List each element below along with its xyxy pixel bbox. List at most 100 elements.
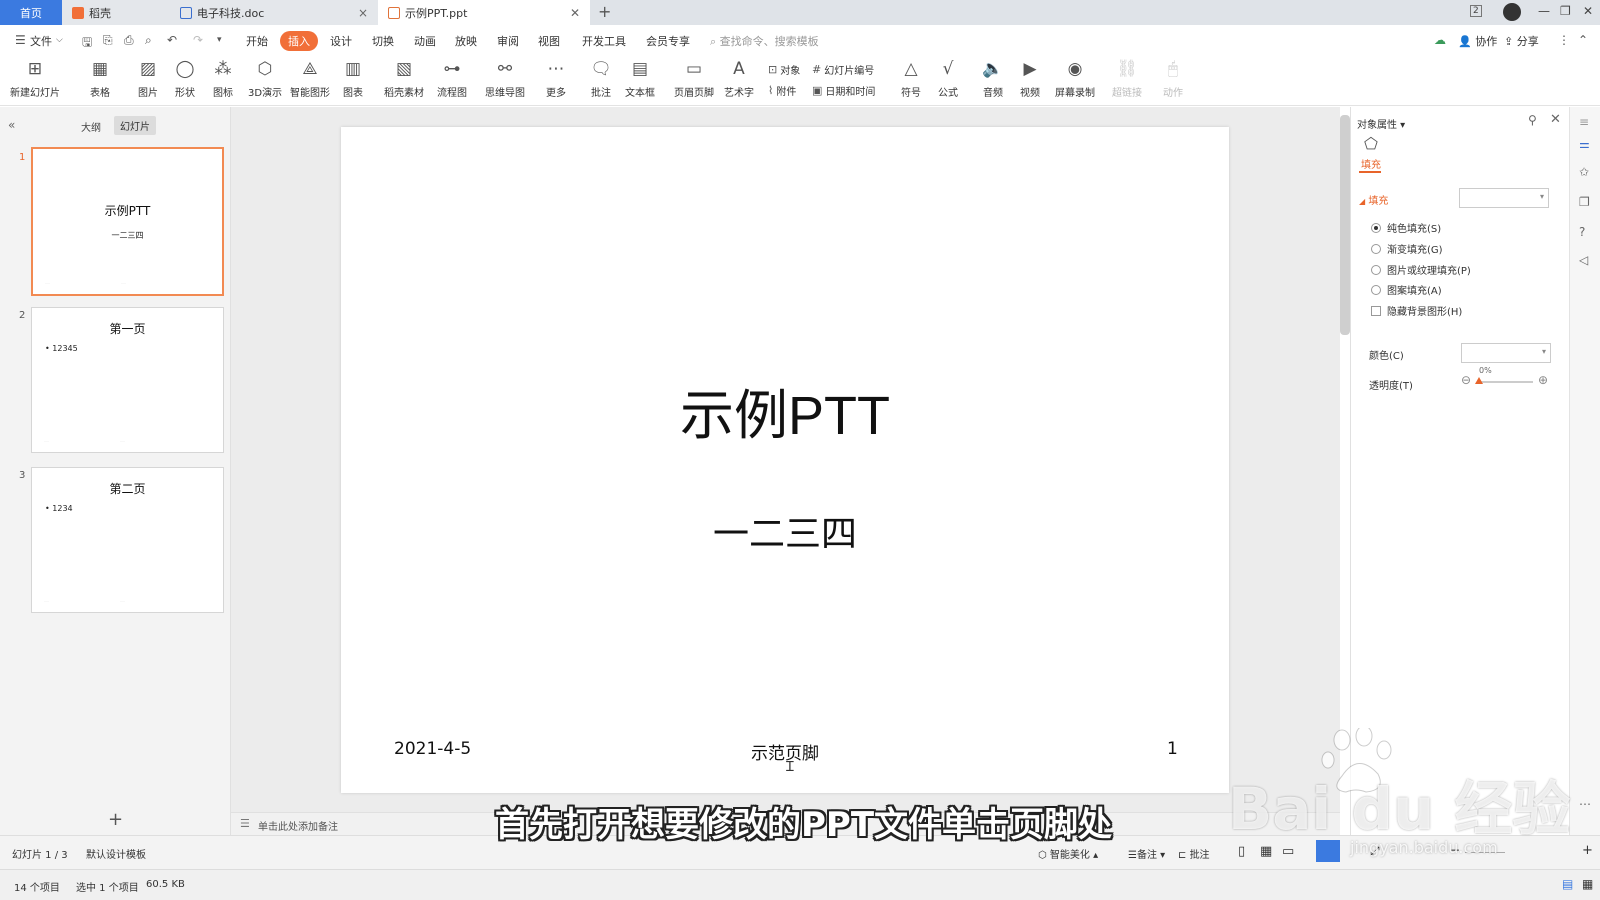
- hyperlink-button[interactable]: ⛓ 超链接: [1112, 58, 1142, 99]
- 3d-demo-button[interactable]: ⬡ 3D演示: [248, 58, 282, 99]
- menu-start[interactable]: 开始: [246, 33, 268, 49]
- more-dots-icon[interactable]: ⋯: [1579, 797, 1591, 811]
- save-icon[interactable]: 🖫: [82, 33, 92, 54]
- smart-beautify-button[interactable]: ⬡ 智能美化 ▴: [1038, 846, 1098, 861]
- menu-animation[interactable]: 动画: [414, 33, 436, 49]
- format-painter-icon[interactable]: ⎘: [103, 33, 113, 48]
- help-icon[interactable]: ?: [1579, 225, 1585, 239]
- tab-daoke[interactable]: 稻壳: [62, 0, 170, 25]
- window-count-badge[interactable]: 2: [1470, 5, 1482, 17]
- redo-icon[interactable]: ↷: [193, 33, 203, 47]
- new-slide-button[interactable]: ⊞ 新建幻灯片: [10, 58, 60, 99]
- close-window-icon[interactable]: ✕: [1583, 4, 1593, 18]
- footer-text[interactable]: 示范页脚: [751, 739, 819, 764]
- print-preview-icon[interactable]: ⌕: [145, 33, 152, 48]
- tab-outline[interactable]: 大纲: [81, 119, 101, 134]
- video-button[interactable]: ▶ 视频: [1017, 58, 1043, 99]
- avatar[interactable]: [1503, 3, 1521, 21]
- comments-toggle-button[interactable]: ⊏ 批注: [1178, 846, 1210, 861]
- slider-handle[interactable]: [1475, 377, 1483, 384]
- slide-thumbnail-2[interactable]: 第一页 • 12345 ····· ·····: [31, 307, 224, 453]
- radio-pattern-fill[interactable]: 图案填充(A): [1371, 282, 1442, 297]
- fill-bucket-icon[interactable]: ⬠: [1364, 134, 1378, 153]
- add-slide-button[interactable]: +: [108, 809, 123, 830]
- panel-title[interactable]: 对象属性 ▾: [1357, 116, 1405, 131]
- menu-insert[interactable]: 插入: [280, 31, 318, 51]
- radio-gradient-fill[interactable]: 渐变填充(G): [1371, 241, 1443, 256]
- tiles-view-icon[interactable]: ▦: [1582, 877, 1593, 891]
- notes-toggle-button[interactable]: ☰备注 ▾: [1128, 846, 1165, 861]
- comment-button[interactable]: 🗨 批注: [588, 58, 614, 99]
- slide-thumbnail-1[interactable]: 示例PTT 一二三四 ····· ·····: [31, 147, 224, 296]
- restore-icon[interactable]: ❐: [1560, 4, 1571, 18]
- share-button[interactable]: ⇪ 分享: [1504, 33, 1539, 49]
- more-button[interactable]: ⋯ 更多: [543, 58, 569, 99]
- print-icon[interactable]: ⎙: [124, 33, 134, 48]
- hide-background-checkbox[interactable]: 隐藏背景图形(H): [1371, 303, 1462, 318]
- more-icon[interactable]: ⋮: [1558, 33, 1570, 47]
- pin-icon[interactable]: ⚲: [1528, 113, 1537, 127]
- icon-button[interactable]: ⁂ 图标: [210, 58, 236, 99]
- menu-developer[interactable]: 开发工具: [582, 33, 626, 49]
- close-icon[interactable]: ✕: [1550, 112, 1561, 127]
- sorter-view-icon[interactable]: ▦: [1260, 844, 1272, 859]
- menu-view[interactable]: 视图: [538, 33, 560, 49]
- minimize-icon[interactable]: —: [1538, 4, 1550, 18]
- close-icon[interactable]: ✕: [570, 6, 580, 20]
- pin-star-icon[interactable]: ✩: [1579, 165, 1589, 179]
- slide-title[interactable]: 示例PTT: [341, 371, 1229, 450]
- template-name[interactable]: 默认设计模板: [86, 846, 146, 861]
- undo-icon[interactable]: ↶: [167, 33, 177, 47]
- new-tab-button[interactable]: +: [598, 2, 611, 21]
- minus-icon[interactable]: ⊖: [1461, 373, 1471, 387]
- slide[interactable]: 示例PTT 一二三四 2021-4-5 示范页脚 1 Ɪ: [341, 127, 1229, 793]
- datetime-button[interactable]: ▣ 日期和时间: [812, 83, 875, 98]
- chevron-down-icon[interactable]: ⌵: [56, 35, 63, 45]
- tab-fill[interactable]: 填充: [1361, 156, 1381, 171]
- transparency-slider[interactable]: [1477, 381, 1533, 383]
- mindmap-button[interactable]: ⚯ 思维导图: [485, 58, 525, 99]
- collab-button[interactable]: 👤 协作: [1458, 33, 1497, 49]
- attach-button[interactable]: ⌇ 附件: [768, 83, 796, 98]
- textbox-button[interactable]: ▤ 文本框: [625, 58, 655, 99]
- zoom-in-icon[interactable]: +: [1582, 843, 1593, 858]
- color-dropdown[interactable]: [1461, 343, 1551, 363]
- menu-transition[interactable]: 切换: [372, 33, 394, 49]
- hamburger-icon[interactable]: ☰: [15, 33, 26, 47]
- flowchart-button[interactable]: ⊶ 流程图: [437, 58, 467, 99]
- object-button[interactable]: ⊡ 对象: [768, 62, 800, 77]
- audio-button[interactable]: 🔈 音频: [980, 58, 1006, 99]
- chart-button[interactable]: ▥ 图表: [340, 58, 366, 99]
- details-view-icon[interactable]: ▤: [1562, 877, 1573, 891]
- footer-page-number[interactable]: 1: [1167, 739, 1178, 759]
- normal-view-icon[interactable]: ▯: [1238, 844, 1245, 859]
- fill-type-dropdown[interactable]: [1459, 188, 1549, 208]
- footer-date[interactable]: 2021-4-5: [394, 739, 471, 759]
- formula-button[interactable]: √ 公式: [935, 58, 961, 99]
- menu-lines-icon[interactable]: ≡: [1579, 115, 1589, 129]
- action-button[interactable]: 🖱 动作: [1160, 58, 1186, 99]
- command-search[interactable]: ⌕ 查找命令、搜索模板: [710, 33, 819, 49]
- slide-subtitle[interactable]: 一二三四: [341, 505, 1229, 557]
- smart-shape-button[interactable]: ⟁ 智能图形: [290, 58, 330, 99]
- collapse-ribbon-icon[interactable]: ⌃: [1578, 33, 1588, 47]
- cloud-sync-icon[interactable]: ☁: [1434, 33, 1446, 47]
- tab-slides[interactable]: 幻灯片: [114, 116, 156, 135]
- picture-button[interactable]: ▨ 图片: [135, 58, 161, 99]
- tab-doc[interactable]: 电子科技.doc ×: [170, 0, 378, 25]
- daoke-material-button[interactable]: ▧ 稻壳素材: [384, 58, 424, 99]
- plus-icon[interactable]: ⊕: [1538, 373, 1548, 387]
- menu-design[interactable]: 设计: [330, 33, 352, 49]
- collapse-panel-icon[interactable]: «: [8, 118, 15, 132]
- copy-icon[interactable]: ❐: [1579, 195, 1590, 209]
- section-fill[interactable]: ◢ 填充: [1359, 192, 1388, 207]
- properties-icon[interactable]: ⚌: [1579, 137, 1590, 151]
- screen-record-button[interactable]: ◉ 屏幕录制: [1055, 58, 1095, 99]
- vertical-scrollbar[interactable]: [1340, 115, 1350, 335]
- table-button[interactable]: ▦ 表格: [87, 58, 113, 99]
- reading-view-icon[interactable]: ▭: [1282, 844, 1294, 859]
- radio-solid-fill[interactable]: 纯色填充(S): [1371, 220, 1441, 235]
- wordart-button[interactable]: A 艺术字: [724, 58, 754, 99]
- radio-picture-fill[interactable]: 图片或纹理填充(P): [1371, 262, 1471, 277]
- slide-thumbnail-3[interactable]: 第二页 • 1234 ····· ·····: [31, 467, 224, 613]
